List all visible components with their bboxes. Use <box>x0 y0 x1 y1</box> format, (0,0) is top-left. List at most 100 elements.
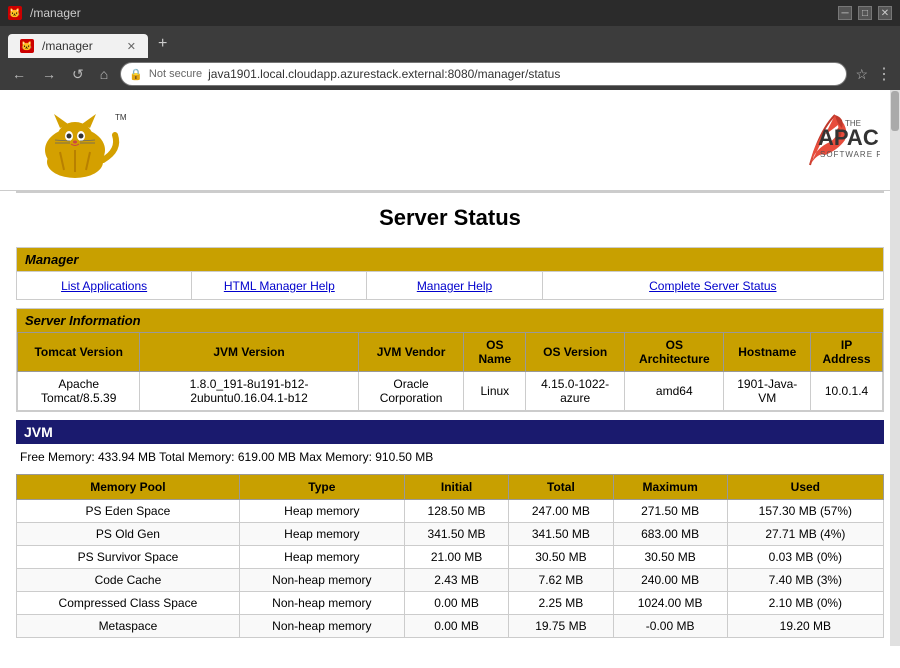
col-initial: Initial <box>404 475 508 500</box>
minimize-button[interactable]: ─ <box>838 6 852 20</box>
server-info-table: Tomcat Version JVM Version JVM Vendor OS… <box>17 332 883 411</box>
jvm-section: JVM Free Memory: 433.94 MB Total Memory:… <box>16 420 884 638</box>
memory-pool-2: PS Survivor Space <box>17 546 240 569</box>
tab-favicon: 🐱 <box>8 6 22 20</box>
memory-used-3: 7.40 MB (3%) <box>727 569 883 592</box>
memory-maximum-2: 30.50 MB <box>613 546 727 569</box>
memory-type-0: Heap memory <box>239 500 404 523</box>
memory-type-5: Non-heap memory <box>239 615 404 638</box>
memory-pool-3: Code Cache <box>17 569 240 592</box>
window-title: /manager <box>30 6 81 20</box>
svg-text:TM: TM <box>115 113 127 122</box>
tab-favicon-icon: 🐱 <box>20 39 34 53</box>
memory-maximum-1: 683.00 MB <box>613 523 727 546</box>
tomcat-logo: TM <box>20 100 150 180</box>
memory-type-1: Heap memory <box>239 523 404 546</box>
new-tab-button[interactable]: + <box>148 30 177 58</box>
memory-initial-5: 0.00 MB <box>404 615 508 638</box>
maximize-button[interactable]: □ <box>858 6 872 20</box>
active-tab[interactable]: 🐱 /manager ✕ <box>8 34 148 58</box>
col-type: Type <box>239 475 404 500</box>
memory-row: Code CacheNon-heap memory2.43 MB7.62 MB2… <box>17 569 884 592</box>
server-info-section: Server Information Tomcat Version JVM Ve… <box>16 308 884 412</box>
reload-button[interactable]: ↺ <box>68 64 88 85</box>
html-manager-help-anchor[interactable]: HTML Manager Help <box>224 279 335 293</box>
manager-help-link[interactable]: Manager Help <box>367 272 542 299</box>
jvm-version-value: 1.8.0_191-8u191-b12-2ubuntu0.16.04.1-b12 <box>140 372 358 411</box>
memory-total-3: 7.62 MB <box>509 569 613 592</box>
memory-maximum-4: 1024.00 MB <box>613 592 727 615</box>
memory-total-1: 341.50 MB <box>509 523 613 546</box>
memory-used-5: 19.20 MB <box>727 615 883 638</box>
memory-total-4: 2.25 MB <box>509 592 613 615</box>
memory-pool-1: PS Old Gen <box>17 523 240 546</box>
scrollbar[interactable] <box>890 90 900 646</box>
home-button[interactable]: ⌂ <box>96 64 112 84</box>
memory-row: PS Survivor SpaceHeap memory21.00 MB30.5… <box>17 546 884 569</box>
page-content: TM THE APACHE SOFTWARE FOUNDATION Server… <box>0 90 900 646</box>
tab-close-button[interactable]: ✕ <box>127 40 136 53</box>
memory-used-1: 27.71 MB (4%) <box>727 523 883 546</box>
memory-initial-0: 128.50 MB <box>404 500 508 523</box>
col-tomcat-version: Tomcat Version <box>18 333 140 372</box>
memory-pool-0: PS Eden Space <box>17 500 240 523</box>
window-controls: ─ □ ✕ <box>838 6 892 20</box>
memory-initial-2: 21.00 MB <box>404 546 508 569</box>
server-info-header: Server Information <box>17 309 883 332</box>
memory-table: Memory Pool Type Initial Total Maximum U… <box>16 474 884 638</box>
jvm-vendor-value: Oracle Corporation <box>358 372 464 411</box>
page-wrapper: TM THE APACHE SOFTWARE FOUNDATION Server… <box>0 90 900 646</box>
memory-initial-4: 0.00 MB <box>404 592 508 615</box>
col-jvm-vendor: JVM Vendor <box>358 333 464 372</box>
memory-total-2: 30.50 MB <box>509 546 613 569</box>
back-button[interactable]: ← <box>8 64 30 84</box>
os-version-value: 4.15.0-1022-azure <box>526 372 625 411</box>
tab-bar: 🐱 /manager ✕ + <box>0 26 900 58</box>
memory-row: PS Old GenHeap memory341.50 MB341.50 MB6… <box>17 523 884 546</box>
title-bar-left: 🐱 /manager <box>8 6 838 20</box>
complete-server-status-anchor[interactable]: Complete Server Status <box>649 279 776 293</box>
apache-logo: THE APACHE SOFTWARE FOUNDATION <box>680 110 880 170</box>
memory-maximum-5: -0.00 MB <box>613 615 727 638</box>
col-memory-pool: Memory Pool <box>17 475 240 500</box>
url-bar[interactable]: 🔒 Not secure java1901.local.cloudapp.azu… <box>120 62 847 86</box>
col-maximum: Maximum <box>613 475 727 500</box>
not-secure-label: Not secure <box>149 68 202 80</box>
security-icon: 🔒 <box>129 68 143 81</box>
server-info-row: Apache Tomcat/8.5.39 1.8.0_191-8u191-b12… <box>18 372 883 411</box>
bookmark-button[interactable]: ☆ <box>855 66 868 83</box>
complete-server-status-link[interactable]: Complete Server Status <box>543 272 883 299</box>
page-title: Server Status <box>0 193 900 239</box>
memory-row: MetaspaceNon-heap memory0.00 MB19.75 MB-… <box>17 615 884 638</box>
list-applications-link[interactable]: List Applications <box>17 272 192 299</box>
tab-label: /manager <box>42 39 93 53</box>
svg-text:SOFTWARE FOUNDATION: SOFTWARE FOUNDATION <box>820 150 880 159</box>
memory-pool-4: Compressed Class Space <box>17 592 240 615</box>
forward-button[interactable]: → <box>38 64 60 84</box>
svg-text:APACHE: APACHE <box>818 125 880 150</box>
col-os-version: OS Version <box>526 333 625 372</box>
memory-used-2: 0.03 MB (0%) <box>727 546 883 569</box>
list-applications-anchor[interactable]: List Applications <box>61 279 147 293</box>
memory-type-3: Non-heap memory <box>239 569 404 592</box>
memory-used-0: 157.30 MB (57%) <box>727 500 883 523</box>
scroll-thumb[interactable] <box>891 91 899 131</box>
col-hostname: Hostname <box>724 333 811 372</box>
col-total: Total <box>509 475 613 500</box>
col-os-name: OS Name <box>464 333 526 372</box>
memory-type-2: Heap memory <box>239 546 404 569</box>
col-jvm-version: JVM Version <box>140 333 358 372</box>
manager-help-anchor[interactable]: Manager Help <box>417 279 492 293</box>
memory-row: Compressed Class SpaceNon-heap memory0.0… <box>17 592 884 615</box>
memory-total-5: 19.75 MB <box>509 615 613 638</box>
os-name-value: Linux <box>464 372 526 411</box>
close-button[interactable]: ✕ <box>878 6 892 20</box>
jvm-header: JVM <box>16 420 884 444</box>
url-text: java1901.local.cloudapp.azurestack.exter… <box>208 67 560 81</box>
html-manager-help-link[interactable]: HTML Manager Help <box>192 272 367 299</box>
memory-initial-3: 2.43 MB <box>404 569 508 592</box>
memory-type-4: Non-heap memory <box>239 592 404 615</box>
browser-menu-button[interactable]: ⋮ <box>876 64 892 84</box>
memory-used-4: 2.10 MB (0%) <box>727 592 883 615</box>
col-used: Used <box>727 475 883 500</box>
